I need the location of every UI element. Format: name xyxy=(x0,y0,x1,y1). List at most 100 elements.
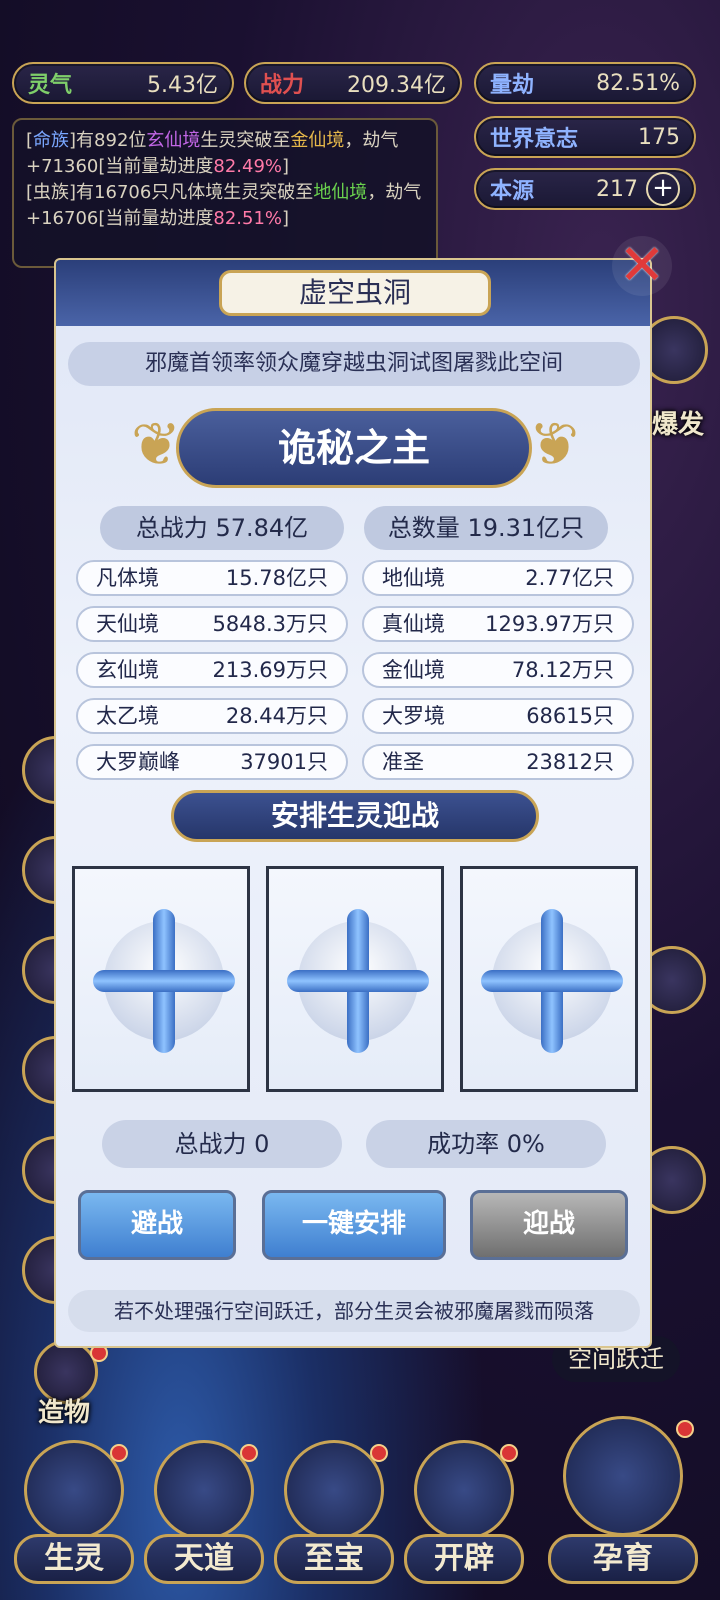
auto-arrange-button[interactable]: 一键安排 xyxy=(262,1190,446,1260)
enemy-total-power-value: 57.84亿 xyxy=(215,514,309,542)
kaipi-icon xyxy=(414,1440,514,1540)
log-progress: 82.51% xyxy=(213,208,283,229)
realm-name: 大罗巅峰 xyxy=(96,750,180,774)
realm-name: 地仙境 xyxy=(382,566,445,590)
log-realm: 玄仙境 xyxy=(146,130,201,151)
log-realm: 地仙境 xyxy=(313,182,368,203)
creature-slot-1[interactable] xyxy=(72,866,250,1092)
creature-slot-3[interactable] xyxy=(460,866,638,1092)
void-wormhole-dialog: 虚空虫洞 邪魔首领率领众魔穿越虫洞试图屠戮此空间 ❦ ❦ 诡秘之主 总战力 57… xyxy=(54,258,652,1348)
nav-yunyu[interactable]: 孕育 xyxy=(548,1416,698,1590)
enemy-row: 玄仙境 213.69万只 xyxy=(76,652,348,688)
enemy-row: 太乙境 28.44万只 xyxy=(76,698,348,734)
realm-name: 金仙境 xyxy=(382,658,445,682)
log-text: ] xyxy=(282,208,290,229)
notification-dot xyxy=(110,1444,128,1462)
realm-name: 准圣 xyxy=(382,750,424,774)
arrange-creatures-banner: 安排生灵迎战 xyxy=(171,790,539,842)
enemy-row: 大罗巅峰 37901只 xyxy=(76,744,348,780)
enemy-row: 地仙境 2.77亿只 xyxy=(362,560,634,596)
log-text: [虫族]有16706只凡体境生灵突破至 xyxy=(26,182,314,203)
nav-tiandao-label: 天道 xyxy=(144,1534,264,1584)
event-log[interactable]: [命族]有892位玄仙境生灵突破至金仙境，劫气+71360[当前量劫进度82.4… xyxy=(12,118,438,268)
nav-kaipi[interactable]: 开辟 xyxy=(404,1440,524,1590)
nav-shengling-label: 生灵 xyxy=(14,1534,134,1584)
enemy-total-power-label: 总战力 xyxy=(135,514,208,542)
zhibao-icon xyxy=(284,1440,384,1540)
nav-yunyu-label: 孕育 xyxy=(548,1534,698,1584)
liangjie-label: 量劫 xyxy=(490,73,535,98)
realm-count: 15.78亿只 xyxy=(225,566,328,590)
log-text: 生灵突破至 xyxy=(200,130,291,151)
burst-label: 爆发 xyxy=(652,410,705,440)
yunyu-icon xyxy=(563,1416,683,1536)
close-dialog-button[interactable]: ✕ xyxy=(612,236,672,296)
log-line-1: [命族]有892位玄仙境生灵突破至金仙境，劫气+71360[当前量劫进度82.4… xyxy=(26,128,424,180)
realm-count: 68615只 xyxy=(526,704,614,728)
realm-name: 大罗境 xyxy=(382,704,445,728)
creature-slot-2[interactable] xyxy=(266,866,444,1092)
close-icon: ✕ xyxy=(618,233,666,298)
benyuan-label: 本源 xyxy=(490,179,535,204)
notification-dot xyxy=(676,1420,694,1438)
enemy-total-count-value: 19.31亿只 xyxy=(467,514,585,542)
log-text: ] xyxy=(282,156,290,177)
dialog-title: 虚空虫洞 xyxy=(219,270,491,316)
realm-count: 1293.97万只 xyxy=(485,612,614,636)
benyuan-pill[interactable]: 本源 217 + xyxy=(474,168,696,210)
realm-count: 213.69万只 xyxy=(212,658,328,682)
shengling-icon xyxy=(24,1440,124,1540)
plus-icon xyxy=(287,970,429,992)
log-text: [ xyxy=(26,130,34,151)
nav-shengling[interactable]: 生灵 xyxy=(14,1440,134,1590)
enemy-row: 天仙境 5848.3万只 xyxy=(76,606,348,642)
enemy-row: 大罗境 68615只 xyxy=(362,698,634,734)
realm-count: 37901只 xyxy=(240,750,328,774)
log-text: ]有892位 xyxy=(69,130,147,151)
plus-icon xyxy=(93,970,235,992)
zhanli-label: 战力 xyxy=(260,73,305,98)
log-line-2: [虫族]有16706只凡体境生灵突破至地仙境，劫气+16706[当前量劫进度82… xyxy=(26,180,424,232)
nav-tiandao[interactable]: 天道 xyxy=(144,1440,264,1590)
shijie-value: 175 xyxy=(638,124,680,150)
realm-count: 2.77亿只 xyxy=(525,566,614,590)
zhanli-value: 209.34亿 xyxy=(347,73,446,98)
notification-dot xyxy=(500,1444,518,1462)
enemy-total-power: 总战力 57.84亿 xyxy=(100,506,344,550)
shijie-pill[interactable]: 世界意志 175 xyxy=(474,116,696,158)
avoid-battle-button[interactable]: 避战 xyxy=(78,1190,236,1260)
shijie-label: 世界意志 xyxy=(490,127,579,152)
right-wing-ornament: ❦ xyxy=(528,410,580,480)
boss-name: 诡秘之主 xyxy=(176,408,532,488)
notification-dot xyxy=(240,1444,258,1462)
zhanli-pill[interactable]: 战力 209.34亿 xyxy=(244,62,462,104)
enemy-row: 真仙境 1293.97万只 xyxy=(362,606,634,642)
enemy-row: 金仙境 78.12万只 xyxy=(362,652,634,688)
lingqi-label: 灵气 xyxy=(28,73,73,98)
lingqi-pill[interactable]: 灵气 5.43亿 xyxy=(12,62,234,104)
enemy-row: 凡体境 15.78亿只 xyxy=(76,560,348,596)
nav-kaipi-label: 开辟 xyxy=(404,1534,524,1584)
log-progress: 82.49% xyxy=(213,156,283,177)
realm-name: 天仙境 xyxy=(96,612,159,636)
tiandao-icon xyxy=(154,1440,254,1540)
nav-zhibao[interactable]: 至宝 xyxy=(274,1440,394,1590)
realm-name: 凡体境 xyxy=(96,566,159,590)
success-rate: 成功率 0% xyxy=(366,1120,606,1168)
lingqi-value: 5.43亿 xyxy=(147,73,218,98)
enemy-total-count-label: 总数量 xyxy=(387,514,460,542)
realm-count: 78.12万只 xyxy=(511,658,614,682)
fight-button[interactable]: 迎战 xyxy=(470,1190,628,1260)
liangjie-value: 82.51% xyxy=(596,70,680,96)
log-realm: 金仙境 xyxy=(290,130,345,151)
plus-icon xyxy=(481,970,623,992)
log-race: 命族 xyxy=(33,130,70,151)
enemy-row: 准圣 23812只 xyxy=(362,744,634,780)
realm-name: 真仙境 xyxy=(382,612,445,636)
liangjie-pill[interactable]: 量劫 82.51% xyxy=(474,62,696,104)
warning-text: 若不处理强行空间跃迁，部分生灵会被邪魔屠戮而陨落 xyxy=(68,1290,640,1332)
realm-count: 5848.3万只 xyxy=(212,612,328,636)
realm-count: 23812只 xyxy=(526,750,614,774)
add-benyuan-button[interactable]: + xyxy=(646,172,680,206)
notification-dot xyxy=(370,1444,388,1462)
